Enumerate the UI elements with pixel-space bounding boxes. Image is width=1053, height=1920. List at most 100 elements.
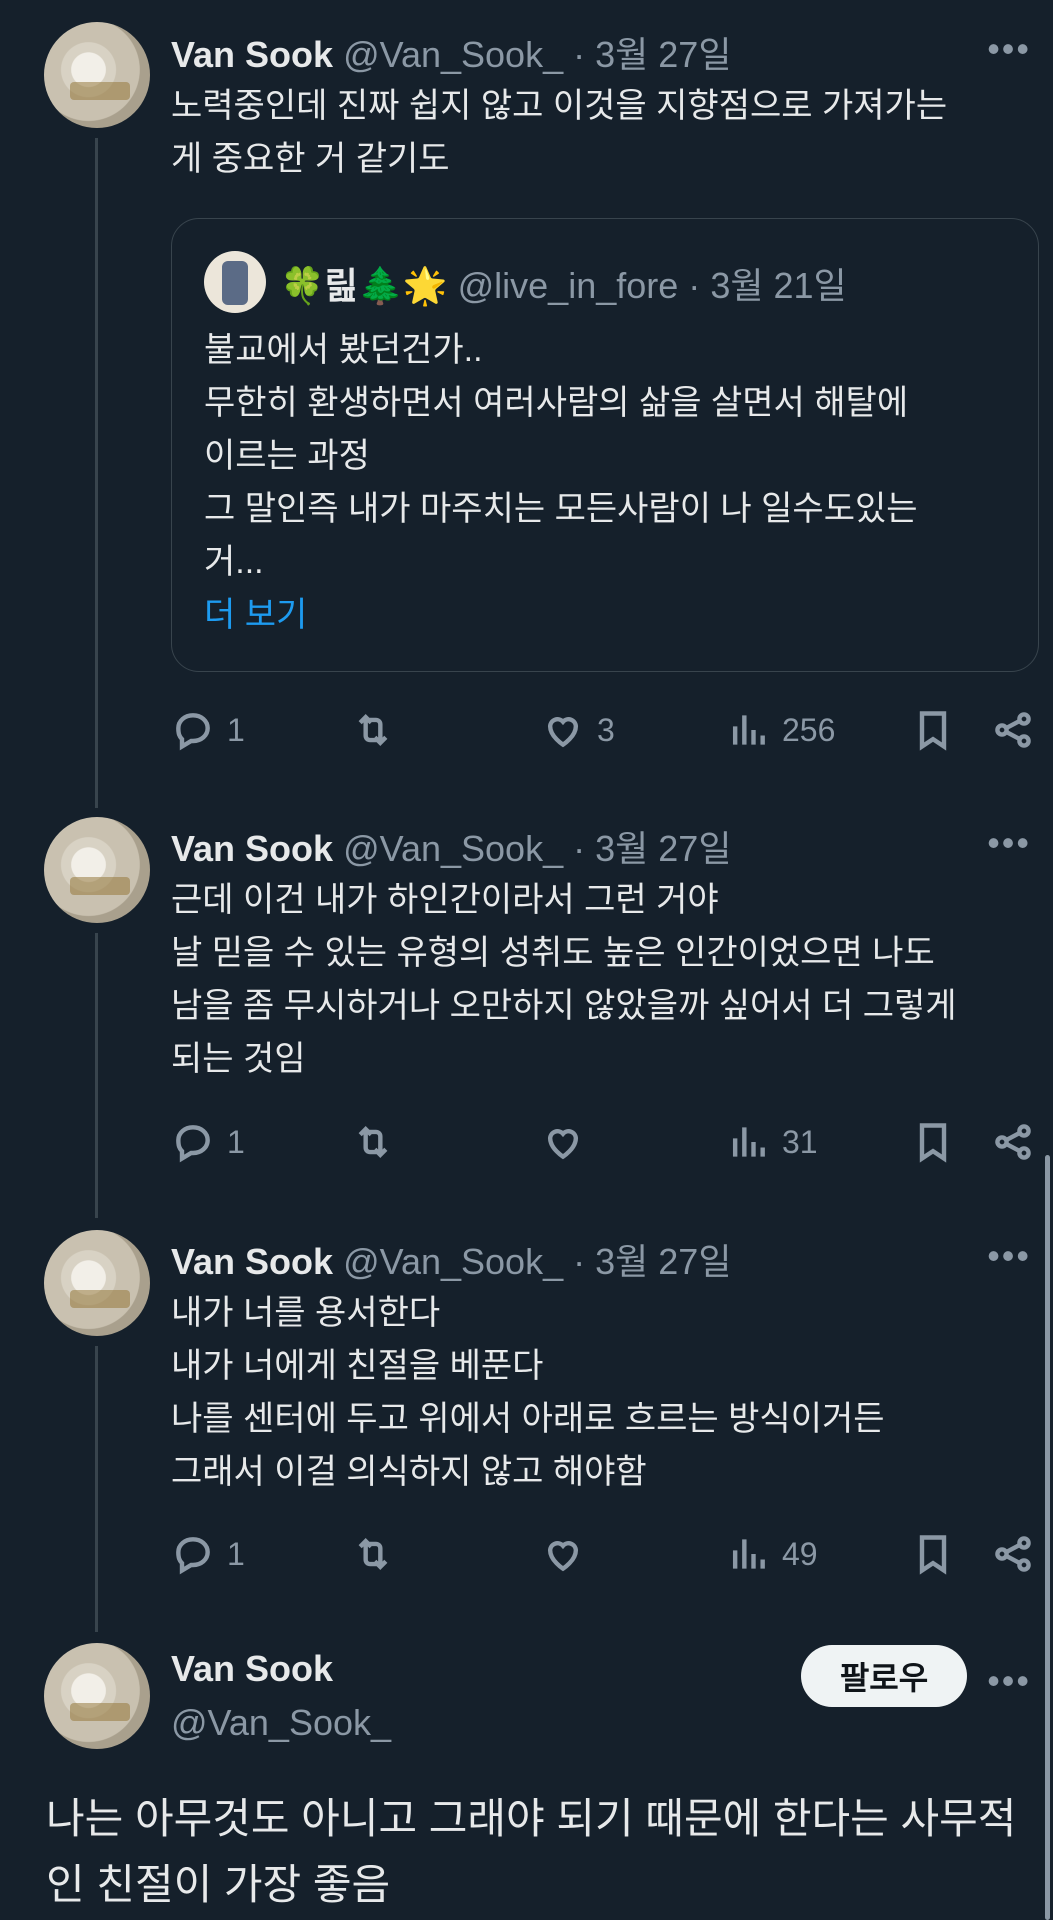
- retweet-button[interactable]: [351, 1120, 407, 1164]
- author-name[interactable]: Van Sook: [171, 828, 333, 869]
- avatar[interactable]: [44, 1230, 150, 1336]
- scrollbar[interactable]: [1045, 1155, 1050, 1920]
- reply-button[interactable]: 1: [171, 708, 245, 752]
- author-handle[interactable]: @Van_Sook_: [343, 34, 563, 75]
- views-icon: [732, 715, 765, 745]
- bookmark-button[interactable]: [911, 1120, 955, 1164]
- quoted-date: 3월 21일: [710, 265, 847, 306]
- tweet-text-line: 근데 이건 내가 하인간이라서 그런 거야: [171, 881, 719, 919]
- reply-icon: [176, 1537, 210, 1575]
- more-icon[interactable]: •••: [987, 28, 1031, 70]
- tweet-actions: 1 3 256: [171, 708, 1041, 758]
- share-icon: [995, 1124, 1031, 1160]
- bookmark-icon: [919, 711, 947, 751]
- share-button[interactable]: [991, 708, 1035, 752]
- main-author-handle[interactable]: @Van_Sook_: [171, 1702, 391, 1744]
- views-button[interactable]: 256: [726, 708, 835, 752]
- tweet-text-line: 남을 좀 무시하거나 오만하지 않았을까 싶어서 더 그렇게: [171, 987, 957, 1025]
- quoted-text-line: 이르는 과정: [204, 437, 370, 475]
- follow-button[interactable]: 팔로우: [801, 1645, 967, 1707]
- avatar[interactable]: [44, 817, 150, 923]
- quoted-text-line: 불교에서 봤던건가..: [204, 331, 483, 369]
- tweet-text-line: 게 중요한 거 같기도: [171, 140, 450, 178]
- reply-count: 1: [227, 1535, 245, 1572]
- author-handle[interactable]: @Van_Sook_: [171, 1702, 391, 1743]
- reply-button[interactable]: 1: [171, 1120, 245, 1164]
- author-name[interactable]: Van Sook: [171, 1648, 333, 1689]
- tweet-date[interactable]: 3월 27일: [595, 828, 731, 869]
- heart-icon: [547, 717, 579, 748]
- views-count: 31: [782, 1123, 818, 1160]
- tweet-actions: 1 31: [171, 1120, 1041, 1170]
- reply-button[interactable]: 1: [171, 1532, 245, 1576]
- tweet-header: Van Sook @Van_Sook_ · 3월 27일: [171, 26, 731, 78]
- main-tweet-text: 나는 아무것도 아니고 그래야 되기 때문에 한다는 사무적 인 친절이 가장 …: [46, 1786, 1036, 1918]
- tweet-text-line: 노력중인데 진짜 쉽지 않고 이것을 지향점으로 가져가는: [171, 87, 948, 125]
- bookmark-button[interactable]: [911, 708, 955, 752]
- views-count: 256: [782, 711, 836, 748]
- main-tweet-text-line: 인 친절이 가장 좋음: [46, 1861, 391, 1908]
- reply-icon: [176, 713, 210, 751]
- bookmark-button[interactable]: [911, 1532, 955, 1576]
- thread-line: [95, 1346, 98, 1632]
- views-button[interactable]: 49: [726, 1532, 818, 1576]
- quoted-author-handle: @live_in_fore: [457, 265, 679, 306]
- heart-icon: [547, 1129, 579, 1160]
- avatar[interactable]: [44, 22, 150, 128]
- quoted-text-line: 무한히 환생하면서 여러사람의 삶을 살면서 해탈에: [204, 384, 909, 422]
- tweet-text-line: 날 믿을 수 있는 유형의 성취도 높은 인간이었으면 나도: [171, 934, 935, 972]
- tweet-text-line: 내가 너를 용서한다: [171, 1294, 441, 1332]
- quoted-tweet[interactable]: 🍀릺🌲🌟 @live_in_fore · 3월 21일 불교에서 봤던건가.. …: [171, 218, 1039, 672]
- heart-icon: [547, 1541, 579, 1572]
- thread-line: [95, 138, 98, 808]
- views-count: 49: [782, 1535, 818, 1572]
- separator-dot: ·: [573, 828, 586, 869]
- reply-count: 1: [227, 711, 245, 748]
- share-icon: [995, 1536, 1031, 1572]
- tweet-date[interactable]: 3월 27일: [595, 1241, 731, 1282]
- reply-icon: [176, 1125, 210, 1163]
- tweet-header: Van Sook @Van_Sook_ · 3월 27일: [171, 1233, 731, 1285]
- tweet-date[interactable]: 3월 27일: [595, 34, 731, 75]
- tweet-text-line: 내가 너에게 친절을 베푼다: [171, 1347, 544, 1385]
- share-button[interactable]: [991, 1532, 1035, 1576]
- reply-count: 1: [227, 1123, 245, 1160]
- bookmark-icon: [919, 1123, 947, 1163]
- tweet-text-line: 되는 것임: [171, 1040, 306, 1078]
- author-name[interactable]: Van Sook: [171, 1241, 333, 1282]
- quoted-author-name: 🍀릺🌲🌟: [280, 265, 448, 306]
- more-icon[interactable]: •••: [987, 1235, 1031, 1277]
- share-button[interactable]: [991, 1120, 1035, 1164]
- main-tweet-text-line: 나는 아무것도 아니고 그래야 되기 때문에 한다는 사무적: [46, 1795, 1017, 1842]
- separator-dot: ·: [573, 1241, 586, 1282]
- more-icon[interactable]: •••: [987, 822, 1031, 864]
- tweet-text: 내가 너를 용서한다 내가 너에게 친절을 베푼다 나를 센터에 두고 위에서 …: [171, 1287, 1041, 1499]
- like-button[interactable]: [541, 1120, 597, 1164]
- main-author-name[interactable]: Van Sook: [171, 1648, 333, 1690]
- tweet-text-line: 그래서 이걸 의식하지 않고 해야함: [171, 1453, 647, 1491]
- share-icon: [995, 712, 1031, 748]
- quoted-text-line: 거...: [204, 543, 264, 581]
- retweet-icon: [358, 1126, 388, 1158]
- retweet-button[interactable]: [351, 1532, 407, 1576]
- tweet-text: 근데 이건 내가 하인간이라서 그런 거야 날 믿을 수 있는 유형의 성취도 …: [171, 874, 1041, 1086]
- author-handle[interactable]: @Van_Sook_: [343, 1241, 563, 1282]
- separator-dot: ·: [573, 34, 586, 75]
- author-handle[interactable]: @Van_Sook_: [343, 828, 563, 869]
- tweet-actions: 1 49: [171, 1532, 1041, 1582]
- show-more-link[interactable]: 더 보기: [204, 589, 1024, 642]
- like-button[interactable]: 3: [541, 708, 615, 752]
- like-button[interactable]: [541, 1532, 597, 1576]
- separator-dot: ·: [688, 265, 701, 306]
- retweet-button[interactable]: [351, 708, 407, 752]
- views-button[interactable]: 31: [726, 1120, 818, 1164]
- tweet-text-line: 나를 센터에 두고 위에서 아래로 흐르는 방식이거든: [171, 1400, 885, 1438]
- retweet-icon: [358, 1538, 388, 1570]
- quoted-text-line: 그 말인즉 내가 마주치는 모든사람이 나 일수도있는: [204, 490, 918, 528]
- author-name[interactable]: Van Sook: [171, 34, 333, 75]
- quoted-header: 🍀릺🌲🌟 @live_in_fore · 3월 21일: [280, 257, 847, 309]
- more-icon[interactable]: •••: [987, 1660, 1031, 1702]
- avatar[interactable]: [44, 1643, 150, 1749]
- quoted-text: 불교에서 봤던건가.. 무한히 환생하면서 여러사람의 삶을 살면서 해탈에 이…: [204, 324, 1024, 642]
- bookmark-icon: [919, 1535, 947, 1575]
